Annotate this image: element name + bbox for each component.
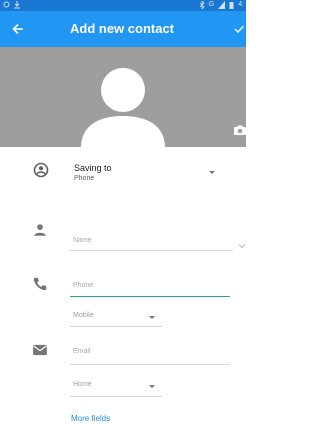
account-circle-icon [33,162,49,178]
account-dropdown-arrow [209,171,215,174]
phone-placeholder: Phone [73,282,94,289]
save-button[interactable] [234,19,248,39]
account-name: Phone [74,175,95,182]
network-type: G [208,1,215,8]
clock-time: 4: [238,1,244,8]
status-left-icons [3,1,20,11]
download-icon [14,1,20,11]
arrow-left-icon [12,23,23,35]
battery-icon [229,1,234,11]
name-field[interactable] [70,230,233,252]
more-fields-button[interactable]: More fields [71,414,110,423]
signal-icon [218,1,226,11]
name-placeholder: Name [73,237,92,244]
phone-type-underline [70,326,162,327]
email-icon [33,344,47,356]
bluetooth-icon [199,0,205,11]
phone-field[interactable] [70,276,230,298]
change-photo-button[interactable] [233,123,246,137]
notification-icon [3,1,10,11]
email-type-label: Home [73,381,92,388]
phone-underline [70,296,230,297]
name-underline [70,250,233,251]
email-field[interactable] [70,342,230,364]
status-right-icons: G 4: [199,0,244,11]
app-bar: Add new contact [0,11,246,47]
check-icon [234,25,245,34]
phone-icon [33,277,47,291]
back-button[interactable] [6,18,30,40]
status-bar: G 4: [0,0,246,11]
phone-type-arrow [149,316,155,319]
contact-photo-area[interactable] [0,47,246,147]
email-type-underline [70,396,162,397]
page-title: Add new contact [70,21,175,36]
person-icon [34,224,46,236]
chevron-down-icon [238,244,246,249]
expand-name-button[interactable] [238,237,246,249]
camera-icon [234,125,246,135]
phone-type-label: Mobile [73,312,94,319]
person-silhouette-icon [81,68,165,147]
email-type-arrow [149,385,155,388]
email-placeholder: Email [73,348,91,355]
saving-to-label: Saving to [74,163,112,173]
email-underline [70,364,230,365]
